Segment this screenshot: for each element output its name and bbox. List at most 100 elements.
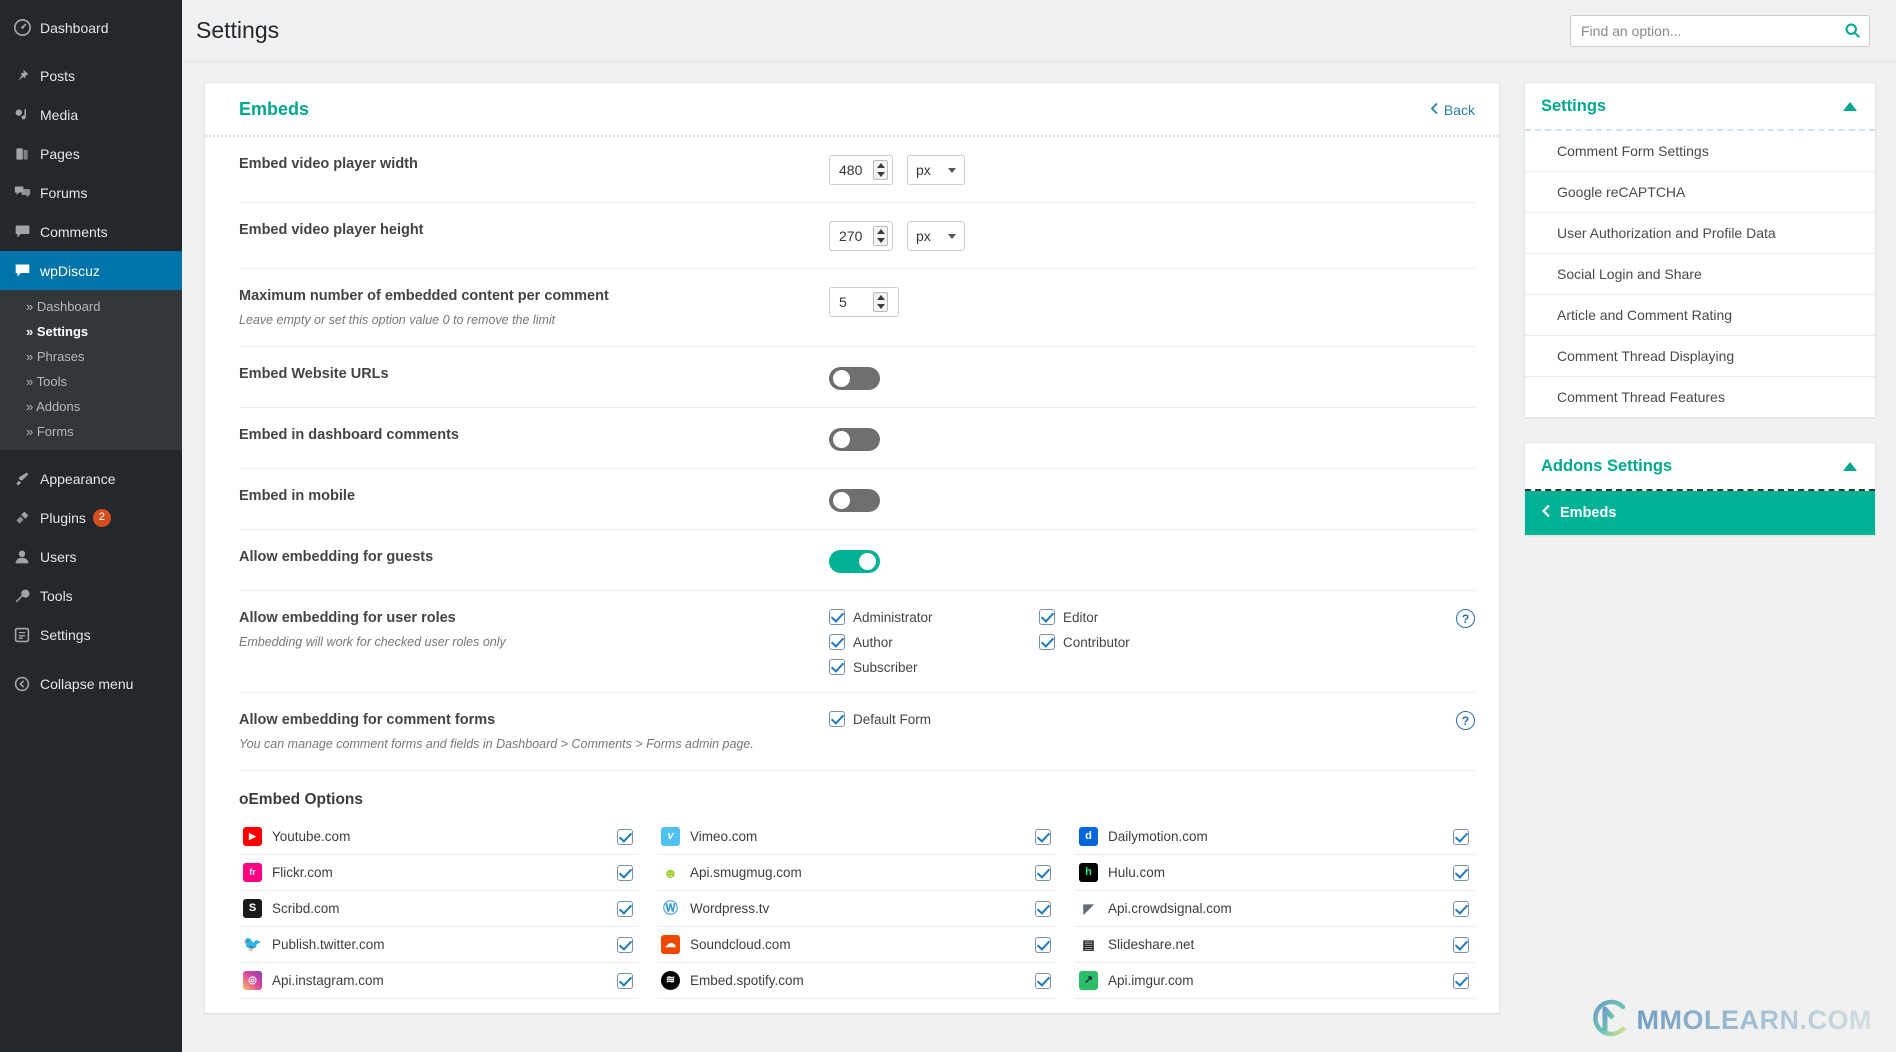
number-stepper[interactable] (873, 292, 888, 312)
addons-box-header[interactable]: Addons Settings (1525, 443, 1875, 491)
sidebar-item-comments[interactable]: Comments (0, 212, 182, 251)
oembed-item-smugmug[interactable]: ☻ Api.smugmug.com (657, 855, 1057, 891)
number-stepper[interactable] (873, 160, 888, 180)
checkbox-icon[interactable] (617, 865, 633, 881)
setting-row: Embed video player width 480 px (239, 137, 1475, 203)
checkbox-icon[interactable] (1039, 609, 1055, 625)
embed-height-unit-select[interactable]: px (907, 221, 965, 251)
sidebar-item-plugins[interactable]: Plugins 2 (0, 498, 182, 537)
sidebar-subitem-tools[interactable]: » Tools (0, 369, 182, 394)
oembed-item-crowdsignal[interactable]: ◤ Api.crowdsignal.com (1075, 891, 1475, 927)
checkbox-icon[interactable] (1035, 937, 1051, 953)
checkbox-icon[interactable] (617, 973, 633, 989)
sidebar-item-forums[interactable]: Forums (0, 173, 182, 212)
embed-width-unit-select[interactable]: px (907, 155, 965, 185)
sidebar-item-appearance[interactable]: Appearance (0, 459, 182, 498)
sidebar-subitem-settings[interactable]: » Settings (0, 319, 182, 344)
checkbox-icon[interactable] (1453, 829, 1469, 845)
sidebar-subitem-dashboard[interactable]: » Dashboard (0, 294, 182, 319)
setting-row: Maximum number of embedded content per c… (239, 269, 1475, 347)
back-button[interactable]: Back (1430, 102, 1475, 118)
sidebar-subitem-phrases[interactable]: » Phrases (0, 344, 182, 369)
checkbox-icon[interactable] (1453, 973, 1469, 989)
number-stepper[interactable] (873, 226, 888, 246)
oembed-item-flickr[interactable]: fr Flickr.com (239, 855, 639, 891)
checkbox-author[interactable]: Author (829, 634, 1039, 650)
sidebar-item-google-recaptcha[interactable]: Google reCAPTCHA (1525, 172, 1875, 213)
search-input[interactable] (1570, 15, 1870, 47)
sidebar-item-settings[interactable]: Settings (0, 615, 182, 654)
sidebar-item-comment-thread-displaying[interactable]: Comment Thread Displaying (1525, 336, 1875, 377)
sidebar-item-article-comment-rating[interactable]: Article and Comment Rating (1525, 295, 1875, 336)
embed-height-input[interactable]: 270 (829, 221, 893, 251)
sidebar-item-comment-form-settings[interactable]: Comment Form Settings (1525, 131, 1875, 172)
sidebar-item-embeds[interactable]: Embeds (1525, 491, 1875, 535)
embed-dashboard-comments-toggle[interactable] (829, 428, 880, 451)
embed-website-urls-toggle[interactable] (829, 367, 880, 390)
caret-up-icon[interactable] (1843, 102, 1857, 111)
checkbox-icon[interactable] (829, 609, 845, 625)
setting-label: Allow embedding for comment forms (239, 711, 809, 731)
oembed-item-twitter[interactable]: 🐦 Publish.twitter.com (239, 927, 639, 963)
help-icon[interactable]: ? (1456, 609, 1475, 628)
checkbox-editor[interactable]: Editor (1039, 609, 1249, 625)
sidebar-subitem-forms[interactable]: » Forms (0, 419, 182, 444)
oembed-item-youtube[interactable]: ▶ Youtube.com (239, 819, 639, 855)
oembed-item-soundcloud[interactable]: ☁ Soundcloud.com (657, 927, 1057, 963)
settings-box-header[interactable]: Settings (1525, 83, 1875, 131)
oembed-item-vimeo[interactable]: v Vimeo.com (657, 819, 1057, 855)
checkbox-icon[interactable] (1039, 634, 1055, 650)
max-embeds-input[interactable]: 5 (829, 287, 899, 317)
oembed-item-instagram[interactable]: ◎ Api.instagram.com (239, 963, 639, 999)
sidebar-item-comment-thread-features[interactable]: Comment Thread Features (1525, 377, 1875, 417)
oembed-item-scribd[interactable]: S Scribd.com (239, 891, 639, 927)
input-value: 480 (839, 162, 865, 178)
checkbox-icon[interactable] (1035, 829, 1051, 845)
collapse-menu-button[interactable]: Collapse menu (0, 664, 182, 703)
crowdsignal-icon: ◤ (1079, 899, 1098, 918)
sidebar-item-social-login-share[interactable]: Social Login and Share (1525, 254, 1875, 295)
sidebar-item-user-authorization[interactable]: User Authorization and Profile Data (1525, 213, 1875, 254)
oembed-service-name: Publish.twitter.com (272, 937, 385, 952)
sidebar-subitem-addons[interactable]: » Addons (0, 394, 182, 419)
checkbox-icon[interactable] (1453, 901, 1469, 917)
checkbox-subscriber[interactable]: Subscriber (829, 659, 1039, 675)
oembed-item-dailymotion[interactable]: d Dailymotion.com (1075, 819, 1475, 855)
checkbox-icon[interactable] (829, 659, 845, 675)
oembed-item-spotify[interactable]: ≋ Embed.spotify.com (657, 963, 1057, 999)
checkbox-icon[interactable] (829, 634, 845, 650)
checkbox-icon[interactable] (617, 937, 633, 953)
oembed-item-imgur[interactable]: ↗ Api.imgur.com (1075, 963, 1475, 999)
embed-in-mobile-toggle[interactable] (829, 489, 880, 512)
help-icon[interactable]: ? (1456, 711, 1475, 730)
sidebar-item-wpdiscuz[interactable]: wpDiscuz (0, 251, 182, 290)
caret-up-icon[interactable] (1843, 462, 1857, 471)
sidebar-item-posts[interactable]: Posts (0, 56, 182, 95)
oembed-item-slideshare[interactable]: ▤ Slideshare.net (1075, 927, 1475, 963)
sidebar-item-dashboard[interactable]: Dashboard (0, 8, 182, 47)
checkbox-icon[interactable] (617, 829, 633, 845)
setting-label: Embed in dashboard comments (239, 426, 809, 446)
panel-body: Embed video player width 480 px (205, 137, 1499, 1013)
checkbox-default-form[interactable]: Default Form (829, 711, 1249, 727)
embed-width-input[interactable]: 480 (829, 155, 893, 185)
soundcloud-icon: ☁ (661, 935, 680, 954)
checkbox-icon[interactable] (829, 711, 845, 727)
checkbox-icon[interactable] (617, 901, 633, 917)
checkbox-icon[interactable] (1035, 865, 1051, 881)
checkbox-contributor[interactable]: Contributor (1039, 634, 1249, 650)
sidebar-item-users[interactable]: Users (0, 537, 182, 576)
checkbox-icon[interactable] (1453, 865, 1469, 881)
checkbox-icon[interactable] (1035, 901, 1051, 917)
oembed-item-hulu[interactable]: h Hulu.com (1075, 855, 1475, 891)
checkbox-administrator[interactable]: Administrator (829, 609, 1039, 625)
sidebar-item-media[interactable]: Media (0, 95, 182, 134)
checkbox-icon[interactable] (1453, 937, 1469, 953)
allow-embedding-guests-toggle[interactable] (829, 550, 880, 573)
page-title: Settings (196, 16, 279, 46)
setting-row: Embed in dashboard comments (239, 408, 1475, 469)
oembed-item-wordpress[interactable]: Ⓦ Wordpress.tv (657, 891, 1057, 927)
sidebar-item-pages[interactable]: Pages (0, 134, 182, 173)
checkbox-icon[interactable] (1035, 973, 1051, 989)
sidebar-item-tools[interactable]: Tools (0, 576, 182, 615)
